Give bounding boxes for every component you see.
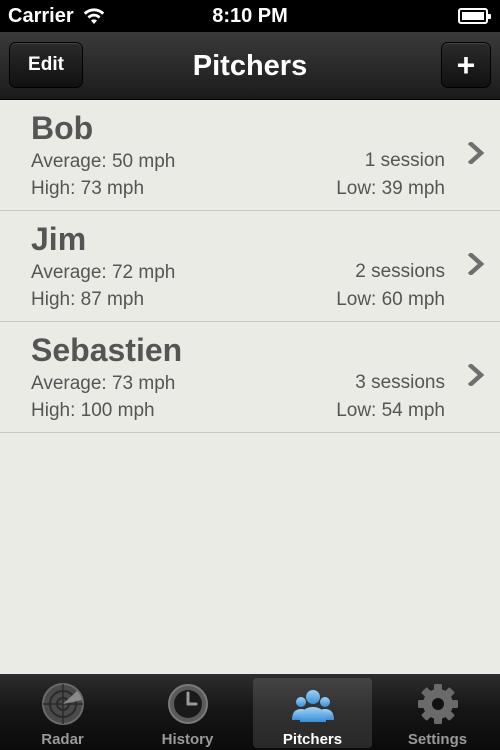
pitcher-high: High: 87 mph <box>31 289 145 310</box>
pitcher-average: Average: 50 mph <box>31 151 176 172</box>
pitcher-low: Low: 60 mph <box>336 289 445 310</box>
status-left: Carrier <box>8 5 106 28</box>
navigation-bar: Pitchers Edit + <box>0 32 500 100</box>
chevron-right-icon <box>467 142 485 164</box>
pitcher-row-jim[interactable]: Jim Average: 72 mph High: 87 mph 2 sessi… <box>0 211 500 322</box>
carrier-label: Carrier <box>8 4 74 27</box>
clock-icon <box>167 684 208 724</box>
chevron-right-icon <box>467 253 485 275</box>
pitcher-low: Low: 54 mph <box>336 400 445 421</box>
pitcher-name: Jim <box>31 221 87 257</box>
tab-label: History <box>161 731 214 748</box>
tab-pitchers[interactable]: Pitchers <box>250 674 375 750</box>
pitcher-sessions: 2 sessions <box>355 261 445 282</box>
pitcher-row-sebastien[interactable]: Sebastien Average: 73 mph High: 100 mph … <box>0 322 500 433</box>
chevron-right-icon <box>467 364 485 386</box>
add-pitcher-button[interactable]: + <box>441 42 491 88</box>
pitcher-high: High: 73 mph <box>31 178 145 199</box>
tab-settings[interactable]: Settings <box>375 674 500 750</box>
tab-label: Pitchers <box>282 731 343 748</box>
gear-icon <box>417 684 458 724</box>
radar-icon <box>41 683 84 725</box>
battery-icon <box>458 8 491 24</box>
pitcher-low: Low: 39 mph <box>336 178 445 199</box>
pitcher-name: Sebastien <box>31 332 183 368</box>
pitcher-average: Average: 73 mph <box>31 373 176 394</box>
people-icon <box>291 690 334 722</box>
pitcher-average: Average: 72 mph <box>31 262 176 283</box>
wifi-icon <box>83 8 104 24</box>
tab-radar[interactable]: Radar <box>0 674 125 750</box>
pitcher-high: High: 100 mph <box>31 400 155 421</box>
pitcher-sessions: 1 session <box>364 150 445 171</box>
pitcher-name: Bob <box>31 110 94 146</box>
tab-history[interactable]: History <box>125 674 250 750</box>
tab-bar: Radar History Pitchers Settings <box>0 674 500 750</box>
pitcher-sessions: 3 sessions <box>355 372 445 393</box>
pitcher-row-bob[interactable]: Bob Average: 50 mph High: 73 mph 1 sessi… <box>0 100 500 211</box>
tab-label: Settings <box>407 731 468 748</box>
tab-label: Radar <box>41 731 84 748</box>
status-bar: Carrier 8:10 PM <box>0 0 500 32</box>
edit-button[interactable]: Edit <box>9 42 83 88</box>
pitchers-list: Bob Average: 50 mph High: 73 mph 1 sessi… <box>0 100 500 433</box>
